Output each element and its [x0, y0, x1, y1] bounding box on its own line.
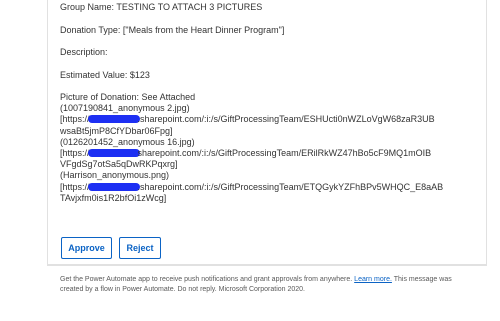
attachment-link-continued[interactable]: VFgdSg7otSa5qDwRKPqxrg] — [60, 159, 443, 170]
group-name-field: Group Name: TESTING TO ATTACH 3 PICTURES — [60, 2, 263, 12]
approve-button[interactable]: Approve — [61, 237, 112, 259]
description-field: Description: — [60, 47, 108, 57]
redaction-mark — [87, 182, 140, 191]
attachment-filename: (1007190841_anonymous 2.jpg) — [60, 103, 190, 114]
link-url: .sharepoint.com/:i:/s/GiftProcessingTeam… — [137, 114, 435, 125]
link-url: .sharepoint.com/:i:/s/GiftProcessingTeam… — [137, 181, 444, 192]
footer-text-start: Get the Power Automate app to receive pu… — [60, 276, 355, 283]
estimated-value-field: Estimated Value: $123 — [60, 70, 150, 80]
link-url: sharepoint.com/:i:/s/GiftProcessingTeam/… — [137, 147, 432, 158]
picture-of-donation-block: Picture of Donation: See Attached (10071… — [60, 92, 443, 204]
redaction-mark — [87, 115, 140, 124]
redaction-mark — [87, 148, 140, 157]
attachment-link[interactable]: [https:// sharepoint.com/:i:/s/GiftProces… — [60, 148, 443, 159]
donation-type-field: Donation Type: ["Meals from the Heart Di… — [60, 25, 285, 35]
link-prefix: [https:// — [60, 147, 90, 158]
attachment-filename: (0126201452_anonymous 16.jpg) — [60, 136, 195, 147]
link-prefix: [https:// — [60, 181, 90, 192]
link-prefix: [https:// — [60, 114, 90, 125]
picture-heading: Picture of Donation: See Attached — [60, 92, 196, 102]
learn-more-link[interactable]: Learn more. — [354, 276, 392, 283]
attachment-link[interactable]: [https:// .sharepoint.com/:i:/s/GiftProce… — [60, 182, 443, 193]
attachment-link-continued[interactable]: TAvjxfm0is1R2bfOi1zWcg] — [60, 193, 443, 204]
footer-notice: Get the Power Automate app to receive pu… — [60, 275, 470, 295]
attachment-link-continued[interactable]: wsaBt5jmP8CfYDbar06Fpg] — [60, 126, 443, 137]
attachment-link[interactable]: [https:// .sharepoint.com/:i:/s/GiftProce… — [60, 114, 443, 125]
reject-button[interactable]: Reject — [119, 237, 161, 259]
approval-email-page: Group Name: TESTING TO ATTACH 3 PICTURES… — [0, 0, 500, 321]
attachment-filename: (Harrison_anonymous.png) — [60, 170, 170, 181]
